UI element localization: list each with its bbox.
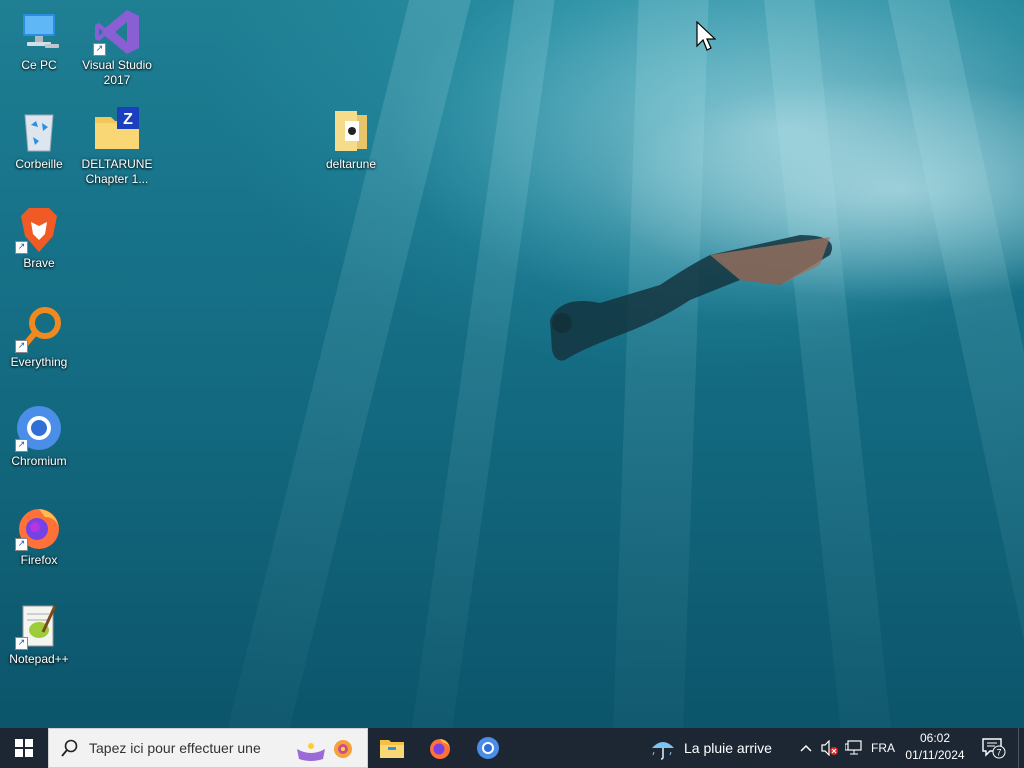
taskbar-search-box[interactable]: Tapez ici pour effectuer une xyxy=(48,728,368,768)
desktop-icon-label: Brave xyxy=(23,256,55,270)
shortcut-arrow-icon: ↗ xyxy=(15,538,28,551)
desktop-icon-label: Visual Studio 2017 xyxy=(82,58,152,87)
shortcut-arrow-icon: ↗ xyxy=(15,637,28,650)
network-button[interactable] xyxy=(842,728,866,768)
shortcut-arrow-icon: ↗ xyxy=(93,43,106,56)
search-icon xyxy=(61,739,78,757)
shortcut-arrow-icon: ↗ xyxy=(15,241,28,254)
everything-search-icon: ↗ xyxy=(15,305,63,353)
desktop-icon-deltarune-chapter[interactable]: Z DELTARUNE Chapter 1... xyxy=(78,107,156,187)
taskbar-firefox[interactable] xyxy=(416,728,464,768)
umbrella-rain-icon xyxy=(652,742,674,760)
brave-icon: ↗ xyxy=(15,206,63,254)
weather-text: La pluie arrive xyxy=(684,740,772,756)
desktop-icon-label: Corbeille xyxy=(15,157,63,171)
taskbar-chromium[interactable] xyxy=(464,728,512,768)
clock-time: 06:02 xyxy=(919,731,951,745)
notification-center-button[interactable]: 7 xyxy=(978,728,1010,768)
desktop-icon-label: deltarune xyxy=(325,157,377,171)
desktop-icon-visual-studio[interactable]: ↗ Visual Studio 2017 xyxy=(78,8,156,88)
desktop-icon-notepad-plus-plus[interactable]: ↗ Notepad++ xyxy=(0,602,78,667)
weather-widget[interactable]: La pluie arrive xyxy=(650,728,772,768)
notepad-plus-plus-icon: ↗ xyxy=(15,602,63,650)
desktop-icon-everything[interactable]: ↗ Everything xyxy=(0,305,78,370)
notification-icon: 7 xyxy=(982,738,1006,759)
visual-studio-icon: ↗ xyxy=(93,8,141,56)
svg-text:Z: Z xyxy=(123,111,133,128)
volume-button[interactable] xyxy=(818,728,842,768)
show-desktop-button[interactable] xyxy=(1018,728,1024,768)
taskbar: Tapez ici pour effectuer une La pluie ar… xyxy=(0,728,1024,768)
shortcut-arrow-icon: ↗ xyxy=(15,340,28,353)
desktop-icon-chromium[interactable]: ↗ Chromium xyxy=(0,404,78,469)
desktop-icon-brave[interactable]: ↗ Brave xyxy=(0,206,78,271)
volume-muted-icon xyxy=(821,740,838,756)
taskbar-clock[interactable]: 06:02 01/11/2024 xyxy=(900,730,970,764)
desktop-icon-label: Notepad++ xyxy=(9,652,69,666)
system-tray: FRA xyxy=(794,728,900,768)
desktop-icon-label: DELTARUNE Chapter 1... xyxy=(81,157,153,186)
folder-icon xyxy=(327,107,375,155)
network-icon xyxy=(845,740,862,755)
desktop-icon-label: Everything xyxy=(10,355,68,369)
desktop-icon-corbeille[interactable]: Corbeille xyxy=(0,107,78,172)
desktop-icon-firefox[interactable]: ↗ Firefox xyxy=(0,503,78,568)
desktop-icon-ce-pc[interactable]: Ce PC xyxy=(0,8,78,73)
show-hidden-icons-button[interactable] xyxy=(794,728,818,768)
zip-folder-icon: Z xyxy=(93,107,141,155)
windows-logo-icon xyxy=(15,739,33,757)
desktop-icon-deltarune[interactable]: deltarune xyxy=(312,107,390,172)
chromium-icon xyxy=(477,737,499,759)
start-button[interactable] xyxy=(0,728,48,768)
taskbar-file-explorer[interactable] xyxy=(368,728,416,768)
desktop-icon-label: Firefox xyxy=(20,553,58,567)
computer-icon xyxy=(15,8,63,56)
firefox-icon xyxy=(430,739,450,759)
diver-illustration xyxy=(550,235,832,361)
search-placeholder: Tapez ici pour effectuer une xyxy=(89,740,261,756)
shortcut-arrow-icon: ↗ xyxy=(15,439,28,452)
desktop-icon-label: Ce PC xyxy=(21,58,57,72)
chevron-up-icon xyxy=(800,744,812,752)
mouse-cursor-icon xyxy=(696,21,716,51)
chromium-icon: ↗ xyxy=(15,404,63,452)
light-ray xyxy=(880,0,1024,728)
desktop-icon-label: Chromium xyxy=(11,454,67,468)
notification-count: 7 xyxy=(996,748,1001,758)
firefox-icon: ↗ xyxy=(15,503,63,551)
recycle-bin-icon xyxy=(15,107,63,155)
language-indicator[interactable]: FRA xyxy=(866,741,900,755)
clock-date: 01/11/2024 xyxy=(905,748,965,762)
search-highlight-icon xyxy=(297,740,352,761)
file-explorer-icon xyxy=(380,740,404,758)
